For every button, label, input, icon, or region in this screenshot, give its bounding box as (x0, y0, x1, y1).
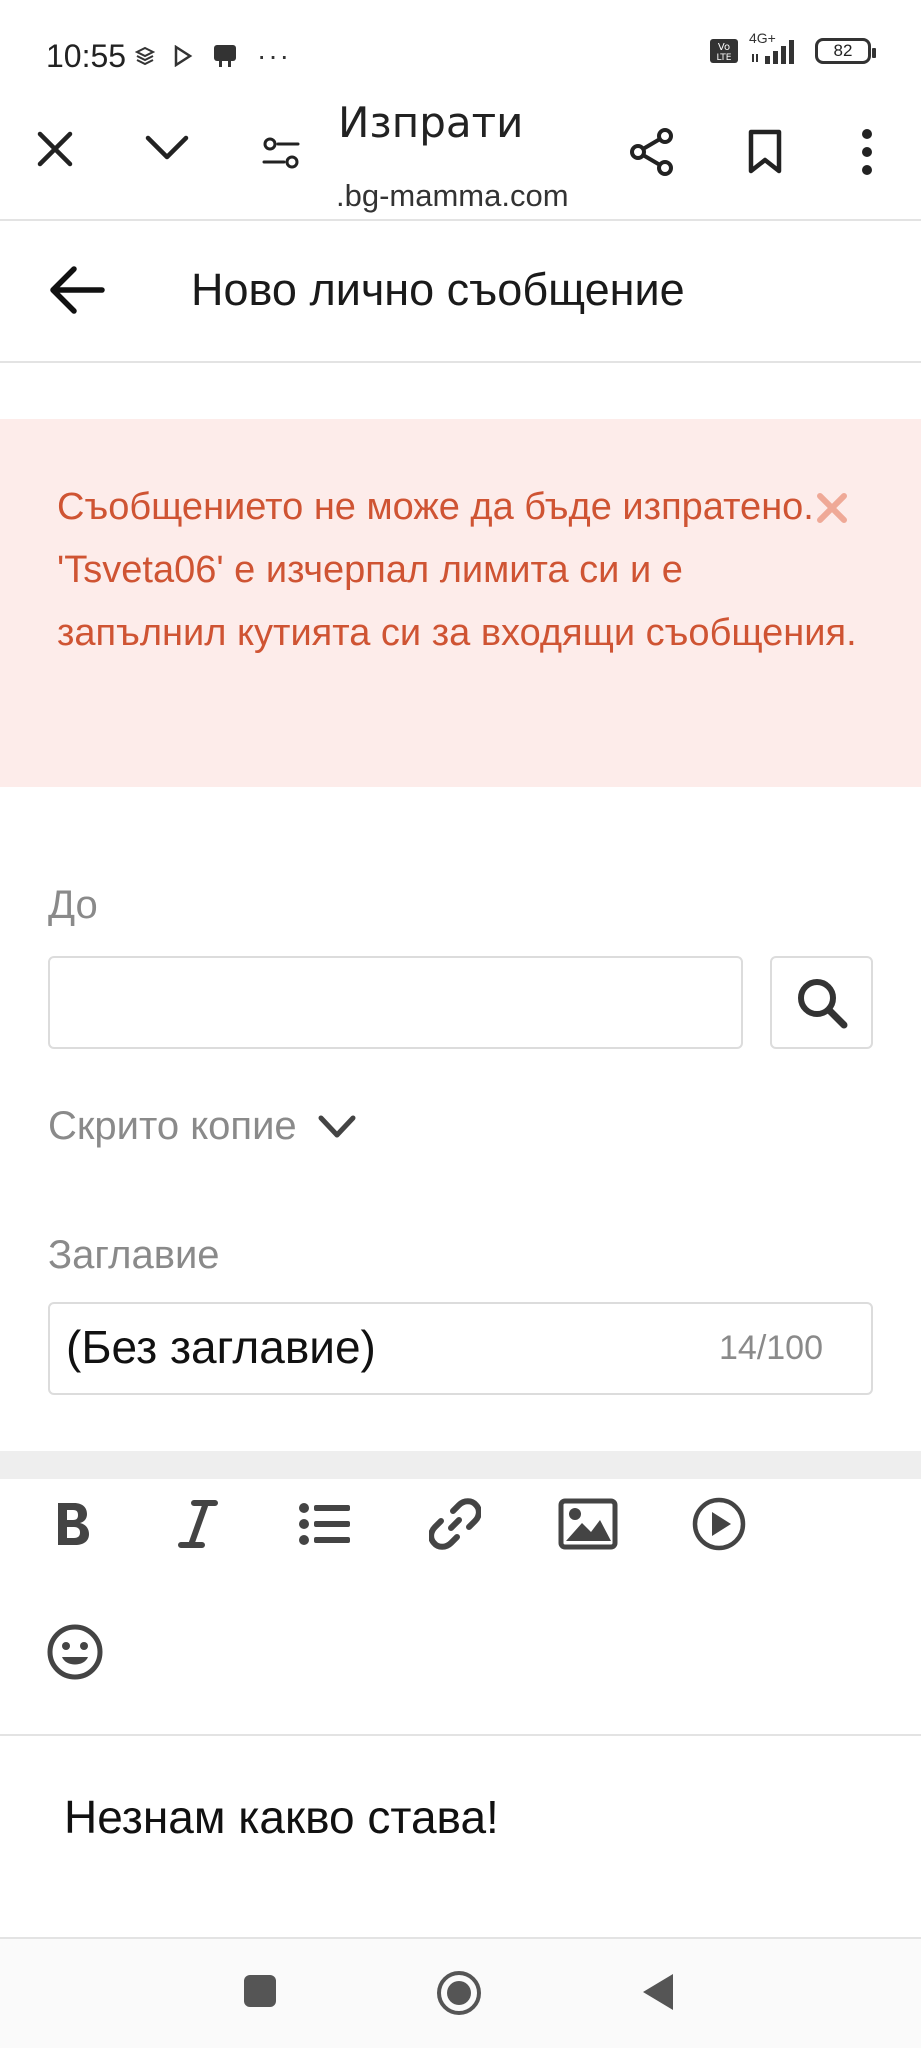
page-settings-button[interactable] (261, 135, 301, 171)
link-icon (429, 1498, 481, 1550)
svg-text:Vo: Vo (718, 42, 730, 53)
more-options-button[interactable] (855, 128, 879, 176)
notification-app-icon (211, 43, 239, 69)
minimize-button[interactable] (144, 132, 190, 164)
status-notification-icons: ··· (135, 40, 291, 72)
error-message: Съобщението не може да бъде изпратено. '… (57, 486, 857, 654)
bcc-label: Скрито копие (48, 1104, 297, 1148)
image-icon (558, 1498, 618, 1550)
share-button[interactable] (629, 128, 675, 176)
close-tab-button[interactable] (34, 128, 76, 170)
system-navigation-bar (0, 1939, 921, 2048)
section-separator (0, 1451, 921, 1479)
dismiss-alert-button[interactable] (812, 488, 852, 528)
battery-icon: 82 (815, 38, 876, 64)
bold-icon (58, 1503, 89, 1545)
svg-text:LTE: LTE (717, 53, 732, 63)
emoji-button[interactable] (40, 1617, 110, 1687)
page-title: Ново лично съобщение (191, 264, 685, 315)
browser-url[interactable]: .bg-mamma.com (336, 178, 569, 214)
italic-icon (178, 1500, 218, 1548)
recents-button[interactable] (243, 1974, 277, 2008)
close-icon (37, 131, 73, 167)
close-icon (817, 493, 847, 523)
square-icon (244, 1975, 276, 2007)
status-time: 10:55 (46, 38, 127, 74)
back-button[interactable] (48, 264, 106, 316)
insert-image-button[interactable] (553, 1489, 623, 1559)
subject-label: Заглавие (48, 1233, 220, 1277)
back-nav-button[interactable] (641, 1972, 675, 2012)
subject-value[interactable]: (Без заглавие) (66, 1320, 376, 1374)
share-icon (630, 128, 673, 176)
list-button[interactable] (290, 1489, 360, 1559)
volte-icon: Vo LTE (709, 37, 739, 65)
signal-icon: 4G+ (749, 30, 805, 66)
play-store-icon (173, 45, 193, 67)
chevron-down-icon (318, 1115, 356, 1137)
italic-button[interactable] (163, 1489, 233, 1559)
bookmark-button[interactable] (747, 129, 783, 175)
subject-char-counter: 14/100 (719, 1329, 823, 1367)
divider (0, 361, 921, 363)
emoji-icon (47, 1624, 103, 1680)
message-body[interactable]: Незнам какво става! (64, 1790, 499, 1844)
link-button[interactable] (420, 1489, 490, 1559)
divider (0, 1734, 921, 1736)
insert-video-button[interactable] (684, 1489, 754, 1559)
tune-icon (262, 137, 300, 169)
browser-page-title: Изпрати (338, 98, 524, 147)
triangle-back-icon (643, 1974, 673, 2010)
arrow-left-icon (50, 266, 105, 314)
bookmark-icon (748, 129, 782, 174)
bold-button[interactable] (37, 1489, 107, 1559)
battery-level: 82 (833, 41, 853, 60)
recipient-input[interactable] (48, 956, 743, 1049)
search-recipient-button[interactable] (770, 956, 873, 1049)
list-icon (299, 1503, 350, 1545)
more-notifications-icon: ··· (257, 40, 291, 71)
home-button[interactable] (436, 1970, 482, 2016)
editor-toolbar (0, 1479, 921, 1735)
chevron-down-icon (145, 135, 189, 160)
bcc-toggle[interactable]: Скрито копие (48, 1104, 357, 1149)
network-type-label: 4G+ (749, 30, 776, 46)
more-vertical-icon (862, 129, 872, 175)
video-icon (692, 1497, 746, 1551)
search-icon (797, 978, 847, 1028)
status-system-icons: Vo LTE 4G+ 82 (709, 30, 876, 66)
to-label: До (48, 883, 98, 927)
home-circle-icon (437, 1971, 481, 2015)
layers-icon (135, 46, 155, 66)
